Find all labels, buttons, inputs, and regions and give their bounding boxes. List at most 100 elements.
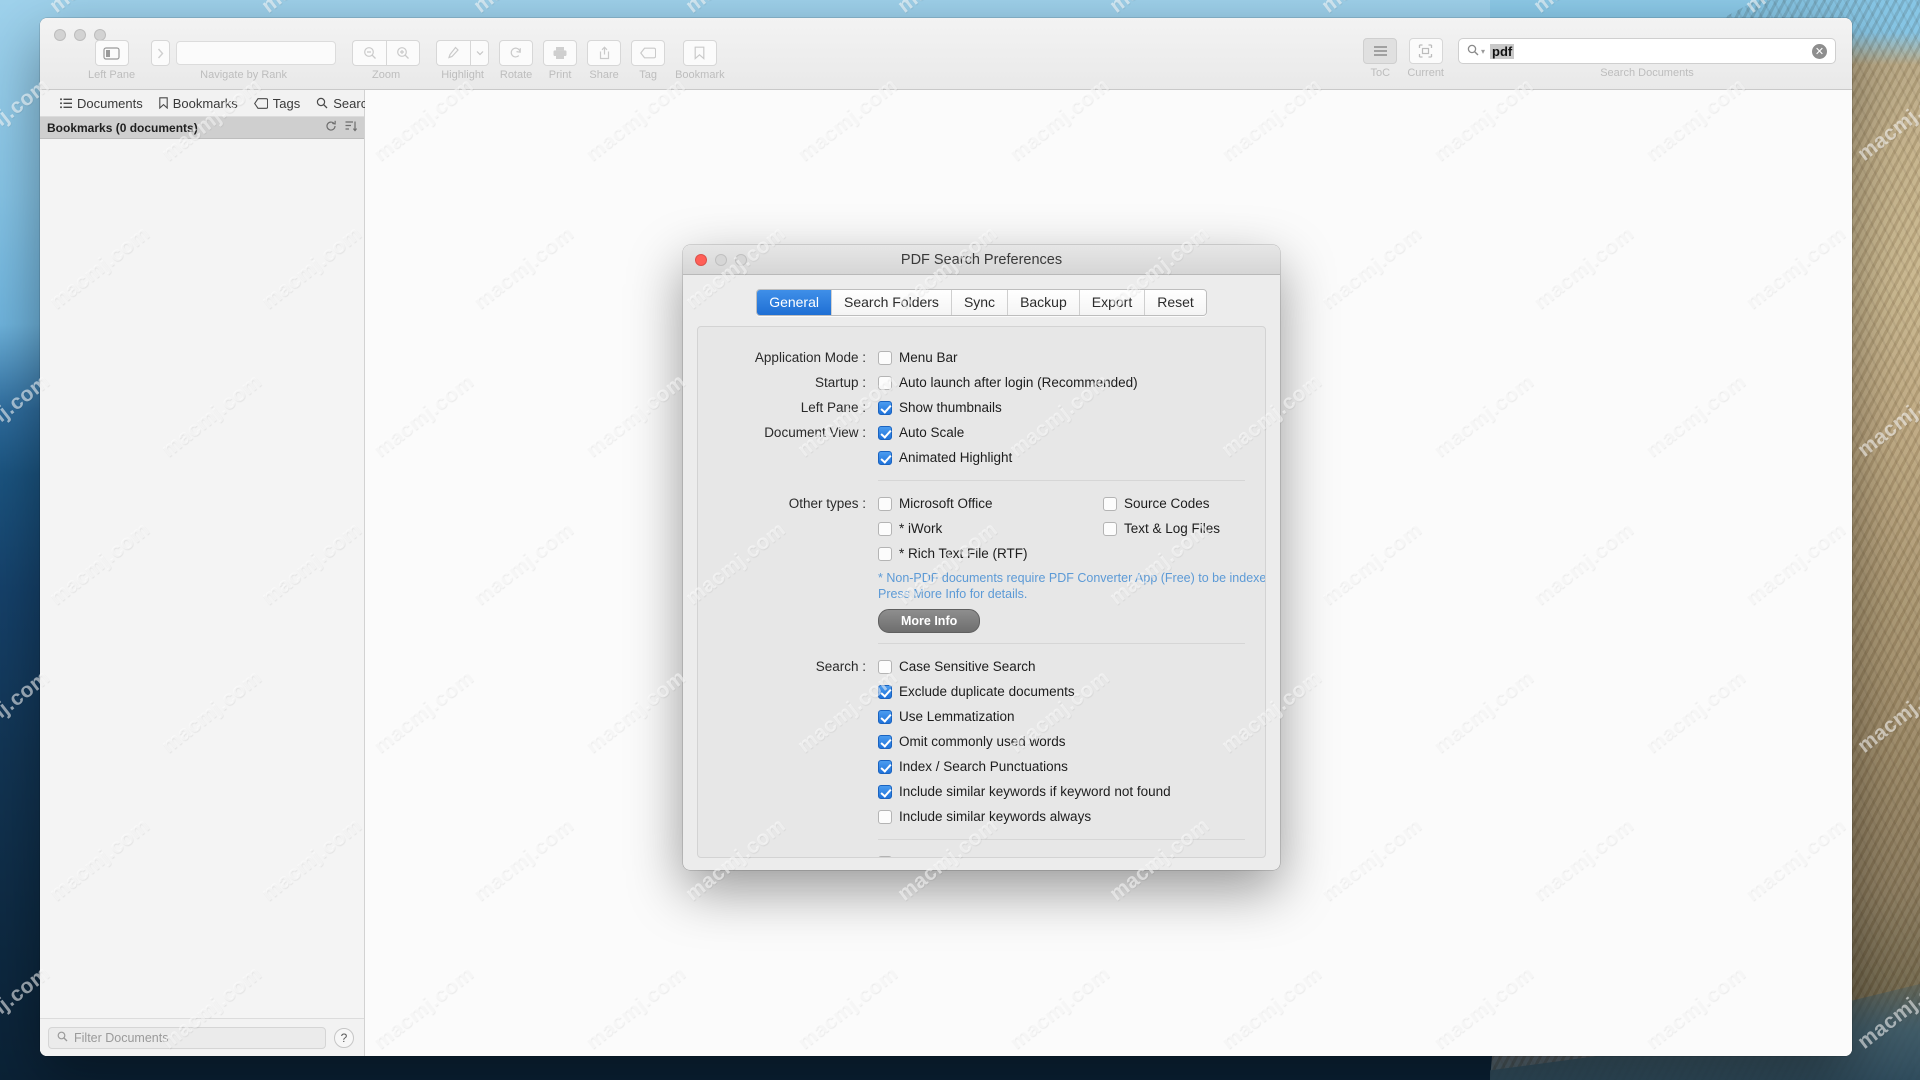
other-types-left-column: Microsoft Office * iWork * Rich Text Fil… [878,491,1103,566]
toolbar-label-bookmark: Bookmark [675,69,725,81]
label-application-mode: Application Mode : [754,350,866,365]
sidebar-tab-tags[interactable]: Tags [253,95,301,111]
toolbar-toc[interactable]: ToC [1363,38,1398,79]
checkbox-box-restructure-before-indexing[interactable] [878,855,892,857]
sidebar-tab-documents[interactable]: Documents [60,96,143,111]
checkbox-iwork[interactable]: * iWork [878,516,1103,541]
help-button[interactable]: ? [334,1027,354,1048]
checkbox-box-include-similar-if-not-found[interactable] [878,784,892,799]
checkbox-box-source-codes[interactable] [1103,496,1117,511]
highlighter-icon[interactable] [436,40,471,66]
toc-icon[interactable] [1363,38,1398,64]
filter-documents-input[interactable]: Filter Documents [48,1026,326,1049]
tab-reset[interactable]: Reset [1145,290,1206,315]
toolbar-bookmark[interactable]: Bookmark [675,40,725,81]
checkbox-box-case-sensitive-search[interactable] [878,659,892,674]
zoom-out-icon[interactable] [352,40,387,66]
checkbox-box-animated-highlight[interactable] [878,450,892,465]
row-search: Search : Case Sensitive Search Exclude d… [698,654,1265,829]
checkbox-box-microsoft-office[interactable] [878,496,892,511]
tab-segment-control[interactable]: General Search Folders Sync Backup Expor… [756,289,1207,316]
checkbox-rich-text-file[interactable]: * Rich Text File (RTF) [878,541,1103,566]
tab-search-folders[interactable]: Search Folders [832,290,952,315]
label-startup: Startup : [814,375,866,390]
tag-icon[interactable] [631,40,666,66]
chevron-right-icon[interactable] [151,40,171,66]
close-button[interactable] [54,29,66,41]
sort-icon[interactable] [345,120,358,135]
toolbar-rotate[interactable]: Rotate [499,40,534,81]
non-pdf-note-line-2: Press More Info for details. [878,587,1028,601]
sidebar-tab-label: Bookmarks [172,95,238,111]
checkbox-menu-bar[interactable]: Menu Bar [878,345,1245,370]
checkbox-auto-scale[interactable]: Auto Scale [878,420,1245,445]
checkbox-include-similar-always[interactable]: Include similar keywords always [878,804,1245,829]
checkbox-auto-launch[interactable]: Auto launch after login (Recommended) [878,370,1245,395]
checkbox-microsoft-office[interactable]: Microsoft Office [878,491,1103,516]
sidebar-tab-bookmarks[interactable]: Bookmarks [159,96,238,111]
checkbox-box-exclude-duplicates[interactable] [878,684,892,699]
tab-export[interactable]: Export [1079,290,1146,315]
checkbox-source-codes[interactable]: Source Codes [1103,491,1265,516]
checkbox-box-omit-common-words[interactable] [878,734,892,749]
tab-sync[interactable]: Sync [951,290,1009,315]
toolbar-print[interactable]: Print [543,40,578,81]
checkbox-box-show-thumbnails[interactable] [878,400,892,415]
checkbox-text-log-files[interactable]: Text & Log Files [1103,516,1265,541]
toolbar-label-zoom: Zoom [372,69,401,81]
checkbox-box-use-lemmatization[interactable] [878,709,892,724]
checkbox-label: Exclude duplicate documents [899,684,1075,699]
sidebar-toggle-icon[interactable] [94,40,129,66]
toolbar-label-toc: ToC [1370,67,1391,79]
checkbox-animated-highlight[interactable]: Animated Highlight [878,445,1245,470]
rotate-icon[interactable] [499,40,534,66]
search-scope-chevron-icon[interactable]: ▾ [1481,47,1485,56]
tab-backup[interactable]: Backup [1008,290,1080,315]
checkbox-box-index-search-punctuations[interactable] [878,759,892,774]
more-info-button[interactable]: More Info [878,609,981,633]
checkbox-box-auto-scale[interactable] [878,425,892,440]
checkbox-box-menu-bar[interactable] [878,350,892,365]
toolbar-tag[interactable]: Tag [631,40,666,81]
toolbar-share[interactable]: Share [587,40,622,81]
toolbar-left-pane[interactable]: Left Pane [88,40,135,81]
document-search-group[interactable]: ▾ pdf ✕ Search Documents [1458,38,1836,79]
checkbox-box-text-log-files[interactable] [1103,521,1117,536]
search-icon [57,1031,68,1045]
checkbox-index-search-punctuations[interactable]: Index / Search Punctuations [878,754,1245,779]
printer-icon[interactable] [543,40,578,66]
checkbox-omit-common-words[interactable]: Omit commonly used words [878,729,1245,754]
toolbar-current[interactable]: Current [1407,38,1444,79]
checkbox-label: Text & Log Files [1124,521,1221,536]
share-icon[interactable] [587,40,622,66]
checkbox-box-iwork[interactable] [878,521,892,536]
checkbox-use-lemmatization[interactable]: Use Lemmatization [878,704,1245,729]
toolbar-navigate-by-rank[interactable]: Navigate by Rank [151,40,337,81]
sidebar-tab-label: Tags [272,95,301,111]
checkbox-show-thumbnails[interactable]: Show thumbnails [878,395,1245,420]
checkbox-exclude-duplicates[interactable]: Exclude duplicate documents [878,679,1245,704]
highlight-dropdown-chevron-icon[interactable] [470,40,490,66]
bookmark-icon[interactable] [682,40,717,66]
tab-general[interactable]: General [757,290,832,315]
clear-search-icon[interactable]: ✕ [1812,43,1827,59]
bookmarks-section-title: Bookmarks (0 documents) [47,120,198,135]
minimize-button[interactable] [74,29,86,41]
checkbox-include-similar-if-not-found[interactable]: Include similar keywords if keyword not … [878,779,1245,804]
bookmarks-list[interactable] [40,139,364,1018]
refresh-icon[interactable] [325,120,337,135]
checkbox-box-include-similar-always[interactable] [878,809,892,824]
checkbox-case-sensitive-search[interactable]: Case Sensitive Search [878,654,1245,679]
checkbox-label: Auto Scale [899,425,965,440]
navigate-by-rank-input[interactable] [176,41,337,65]
checkbox-box-rich-text-file[interactable] [878,546,892,561]
zoom-in-icon[interactable] [386,40,421,66]
toolbar-highlight[interactable]: Highlight [436,40,490,81]
checkbox-restructure-before-indexing[interactable]: Re-structure before indexing [878,850,1245,857]
other-types-columns: Microsoft Office * iWork * Rich Text Fil… [878,491,1265,566]
current-page-icon[interactable] [1408,38,1443,64]
search-input[interactable]: ▾ pdf ✕ [1458,38,1836,64]
row-other-types: Other types : Microsoft Office * iWork *… [698,491,1265,633]
checkbox-box-auto-launch[interactable] [878,375,892,390]
toolbar-zoom[interactable]: Zoom [352,40,421,81]
